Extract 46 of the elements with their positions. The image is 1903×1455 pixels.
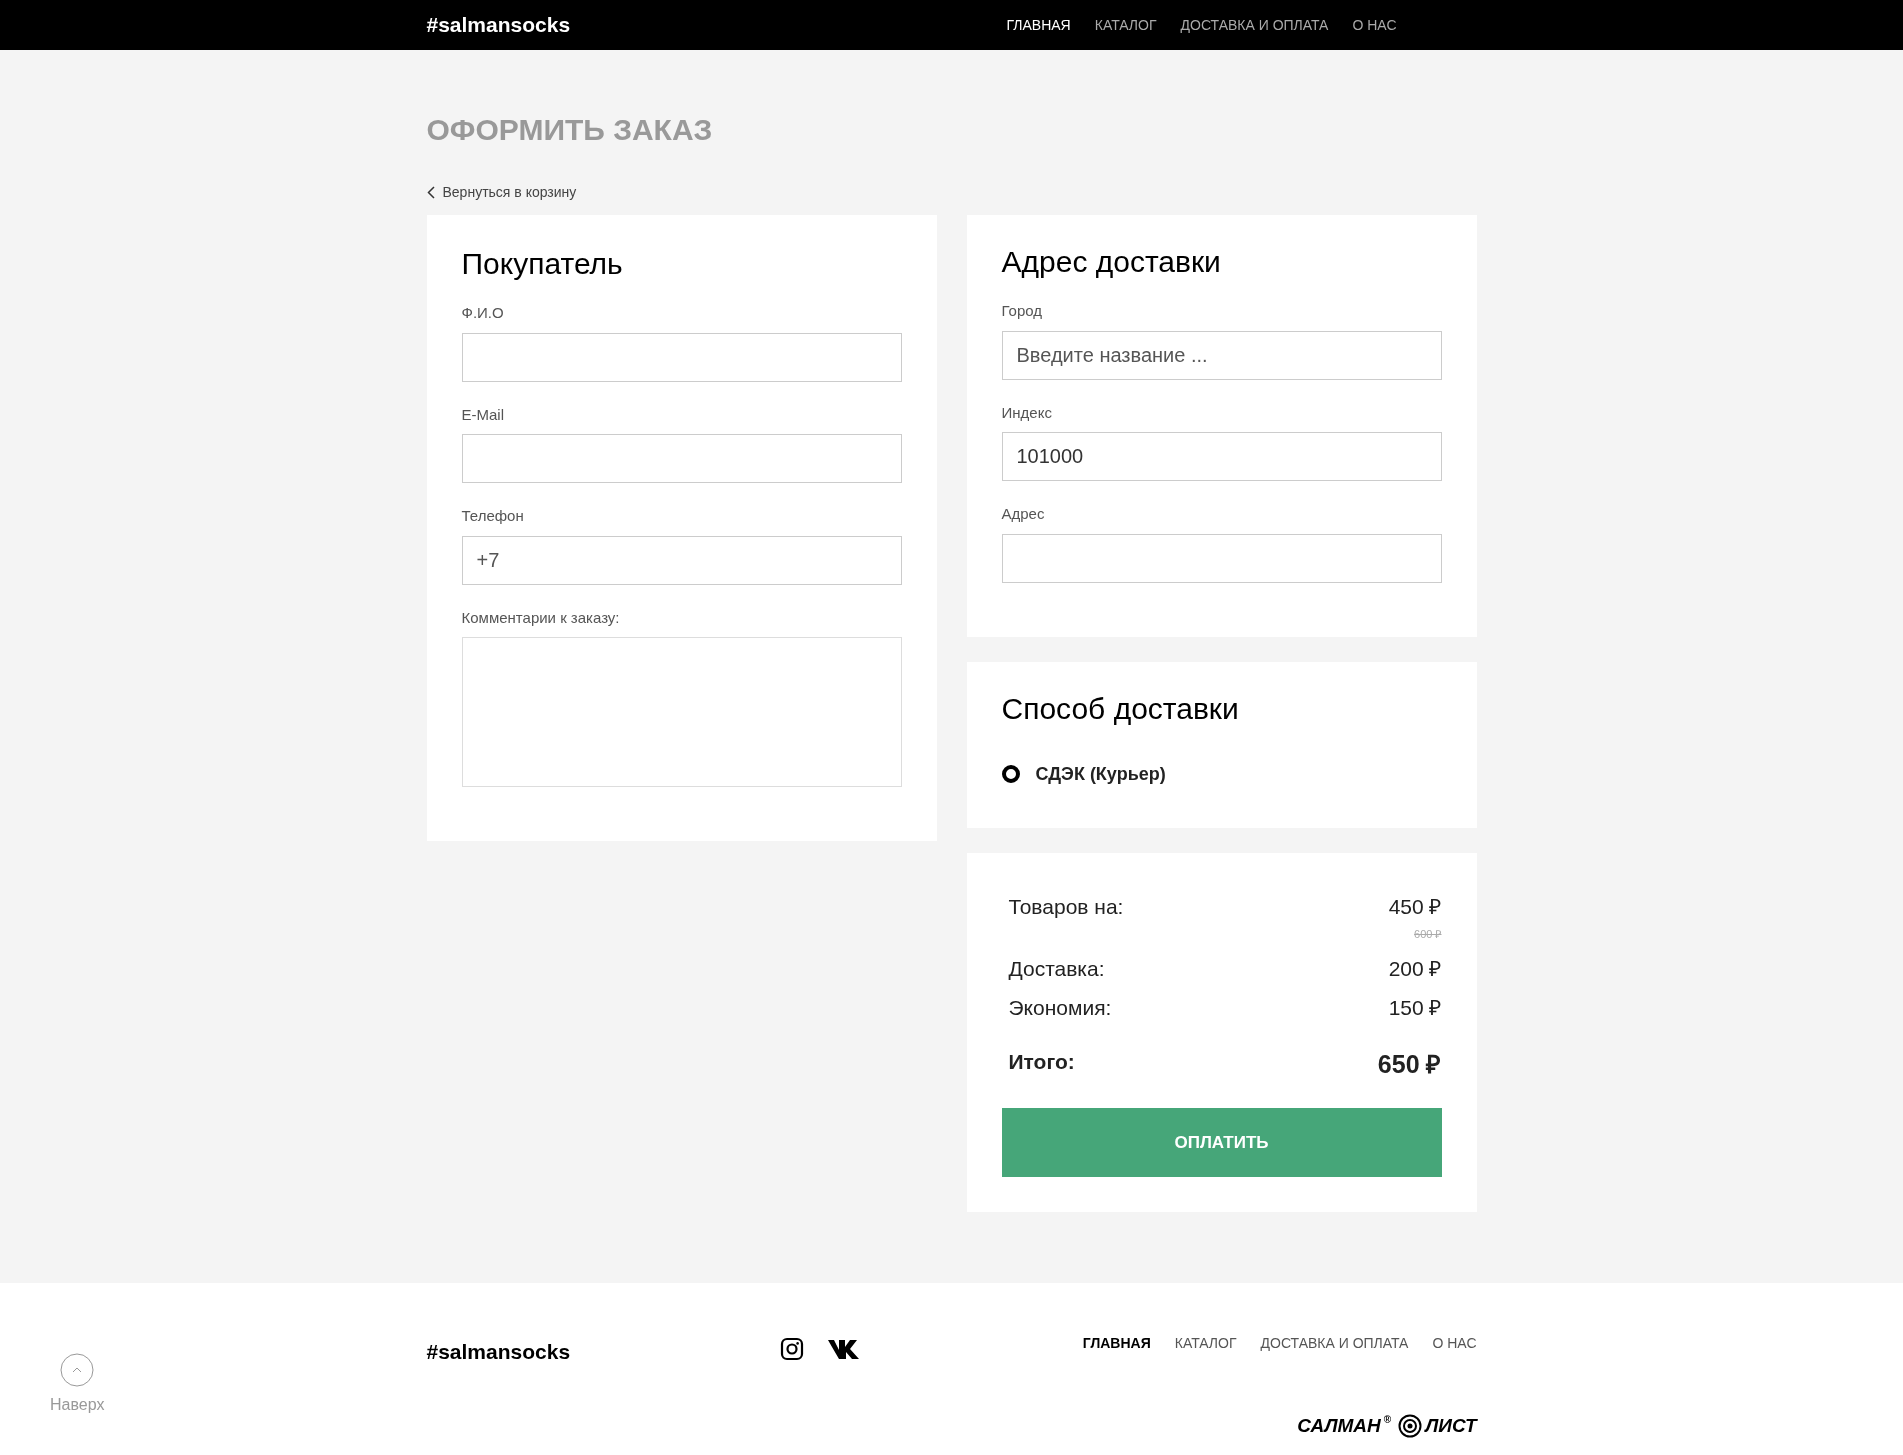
back-link[interactable]: Вернуться в корзину bbox=[426, 182, 577, 203]
field-label: Телефон bbox=[461, 506, 525, 526]
chevron-left-icon bbox=[426, 186, 435, 199]
nav-link[interactable]: ГЛАВНАЯ bbox=[1082, 1333, 1151, 1354]
input-field[interactable]: Введите название ... bbox=[1001, 330, 1442, 380]
field-label: Индекс bbox=[1001, 402, 1053, 423]
old-price: 600 ₽ bbox=[1414, 927, 1442, 942]
logo[interactable]: #salmansocks bbox=[426, 9, 571, 41]
section-title: Покупатель bbox=[461, 246, 624, 282]
nav-link[interactable]: КАТАЛОГ bbox=[1094, 14, 1157, 36]
section-title: Способ доставки bbox=[1001, 690, 1240, 727]
footer-logo[interactable]: #salmansocks bbox=[426, 1336, 780, 1368]
summary-label: Экономия: bbox=[1008, 995, 1112, 1021]
summary-value: 200 ₽ bbox=[1388, 955, 1442, 982]
input-field[interactable] bbox=[461, 434, 902, 483]
input-field[interactable] bbox=[1001, 533, 1442, 583]
total-label: Итого: bbox=[1008, 1048, 1075, 1075]
vk-icon[interactable] bbox=[827, 1339, 862, 1359]
page-title: ОФОРМИТЬ ЗАКАЗ bbox=[426, 112, 714, 148]
summary-label: Доставка: bbox=[1008, 955, 1105, 982]
input-field[interactable]: +7 bbox=[461, 535, 902, 585]
nav-link[interactable]: ГЛАВНАЯ bbox=[1006, 14, 1071, 36]
target-icon bbox=[1398, 1414, 1423, 1439]
nav-link[interactable]: О НАС bbox=[1352, 14, 1397, 36]
input-field[interactable] bbox=[461, 332, 902, 382]
section-title: Адрес доставки bbox=[1001, 244, 1222, 280]
nav-link[interactable]: ДОСТАВКА И ОПЛАТА bbox=[1180, 14, 1329, 36]
summary-label: Товаров на: bbox=[1008, 893, 1124, 920]
total-value: 650 ₽ bbox=[1377, 1048, 1442, 1080]
instagram-icon[interactable] bbox=[779, 1337, 804, 1361]
field-label: E-Mail bbox=[461, 404, 505, 425]
radio-option[interactable]: СДЭК (Курьер) bbox=[1001, 760, 1166, 788]
field-label: Ф.И.О bbox=[461, 303, 505, 323]
field-label: Город bbox=[1001, 301, 1044, 321]
summary-value: 150 ₽ bbox=[1388, 995, 1442, 1021]
chevron-up-circle-icon bbox=[60, 1353, 95, 1387]
input-field[interactable]: 101000 bbox=[1001, 432, 1442, 481]
nav-link[interactable]: О НАС bbox=[1432, 1333, 1477, 1354]
radio-button[interactable] bbox=[1001, 765, 1020, 783]
field-label: Адрес bbox=[1001, 504, 1046, 524]
nav-link[interactable]: ДОСТАВКА И ОПЛАТА bbox=[1260, 1333, 1409, 1354]
comment-field[interactable] bbox=[461, 637, 902, 787]
summary-value: 450 ₽ bbox=[1388, 893, 1442, 920]
brand-logo: САЛМАН® ЛИСТ bbox=[1297, 1412, 1477, 1441]
field-label: Комментарии к заказу: bbox=[461, 607, 621, 628]
nav-link[interactable]: КАТАЛОГ bbox=[1174, 1333, 1237, 1354]
